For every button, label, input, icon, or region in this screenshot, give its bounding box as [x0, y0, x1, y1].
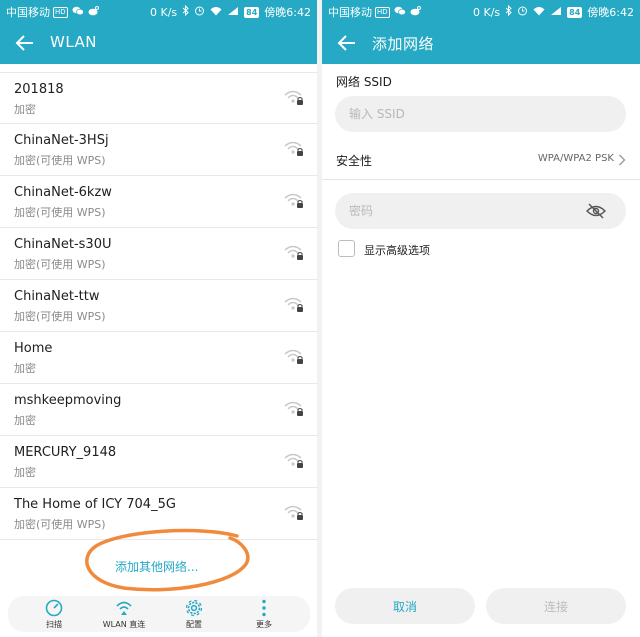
scan-label: 扫描 [46, 620, 62, 629]
page-title: WLAN [50, 33, 98, 51]
hd-badge: HD [375, 6, 390, 18]
checkbox-box[interactable] [338, 240, 355, 257]
ssid-input[interactable] [335, 96, 626, 132]
wifi-ssid: The Home of ICY 704_5G [14, 497, 176, 512]
wifi-ssid: 201818 [14, 82, 64, 97]
wifi-lock-icon [284, 245, 303, 260]
wifi-ssid: ChinaNet-6kzw [14, 185, 112, 200]
scan-icon [45, 599, 63, 617]
more-label: 更多 [256, 620, 272, 629]
wifi-lock-icon [284, 349, 303, 364]
eye-off-icon[interactable] [586, 203, 606, 219]
add-other-network-link[interactable]: 添加其他网络... [115, 558, 198, 575]
wifi-security: 加密 [14, 466, 36, 479]
wifi-lock-icon [284, 401, 303, 416]
wifi-lock-icon [284, 297, 303, 312]
wifi-network-item[interactable]: mshkeepmoving 加密 [0, 384, 317, 436]
carrier-name: 中国移动 [6, 6, 50, 19]
wifi-security: 加密(可使用 WPS) [14, 154, 106, 167]
back-arrow-icon[interactable] [14, 32, 36, 54]
wifi-lock-icon [284, 141, 303, 156]
wifi-network-item[interactable]: ChinaNet-3HSj 加密(可使用 WPS) [0, 124, 317, 176]
cell-signal-icon [550, 6, 562, 19]
wifi-lock-icon [284, 453, 303, 468]
weibo-icon [410, 5, 421, 19]
wifi-ssid: ChinaNet-s30U [14, 237, 112, 252]
password-input[interactable] [335, 193, 626, 229]
wechat-icon [72, 6, 84, 19]
hd-badge: HD [53, 6, 68, 18]
advanced-options-checkbox[interactable]: 显示高级选项 [338, 240, 538, 258]
battery-badge: 84 [567, 6, 583, 18]
wifi-status-icon [533, 6, 545, 19]
config-label: 配置 [186, 620, 202, 629]
wifi-security: 加密(可使用 WPS) [14, 258, 106, 271]
scan-button[interactable]: 扫描 [24, 598, 84, 630]
wifi-network-item[interactable]: The Home of ICY 704_5G 加密(可使用 WPS) [0, 488, 317, 540]
wifi-ssid: MERCURY_9148 [14, 445, 117, 460]
alarm-icon [194, 5, 205, 19]
wifi-network-item[interactable]: ChinaNet-ttw 加密(可使用 WPS) [0, 280, 317, 332]
network-speed: 0 K/s [150, 5, 178, 19]
advanced-options-label: 显示高级选项 [364, 244, 430, 257]
wifi-direct-icon [116, 601, 132, 615]
wifi-ssid: Home [14, 341, 53, 356]
bottom-toolbar: 扫描 WLAN 直连 配置 更多 [8, 596, 310, 632]
wlan-list-screen: 中国移动 HD 0 K/s 84 傍晚6:42 WLAN 201818 加密 C… [0, 0, 317, 637]
wifi-network-item[interactable]: MERCURY_9148 加密 [0, 436, 317, 488]
chevron-right-icon [619, 154, 626, 166]
network-speed: 0 K/s [473, 5, 501, 19]
wifi-lock-icon [284, 193, 303, 208]
bluetooth-icon [505, 4, 512, 19]
security-value: WPA/WPA2 PSK [537, 153, 614, 164]
wifi-network-item[interactable]: ChinaNet-s30U 加密(可使用 WPS) [0, 228, 317, 280]
carrier-name: 中国移动 [328, 6, 372, 19]
wifi-network-item[interactable]: 201818 加密 [0, 72, 317, 124]
wifi-network-item[interactable]: ChinaNet-6kzw 加密(可使用 WPS) [0, 176, 317, 228]
wifi-network-item[interactable]: Home 加密 [0, 332, 317, 384]
wifi-lock-icon [284, 505, 303, 520]
app-bar: WLAN [0, 22, 317, 64]
security-label: 安全性 [336, 154, 373, 168]
alarm-icon [517, 5, 528, 19]
cell-signal-icon [227, 6, 239, 19]
wifi-lock-icon [284, 90, 303, 105]
security-selector[interactable]: 安全性 WPA/WPA2 PSK [322, 140, 640, 180]
wifi-ssid: mshkeepmoving [14, 393, 122, 408]
wifi-security: 加密 [14, 103, 36, 116]
wifi-direct-button[interactable]: WLAN 直连 [94, 598, 154, 630]
ssid-label: 网络 SSID [336, 75, 392, 89]
wifi-security: 加密(可使用 WPS) [14, 206, 106, 219]
status-bar: 中国移动 HD 0 K/s 84 傍晚6:42 [322, 0, 640, 22]
wifi-security: 加密 [14, 414, 36, 427]
wifi-security: 加密(可使用 WPS) [14, 310, 106, 323]
page-title: 添加网络 [372, 35, 435, 53]
clock: 傍晚6:42 [587, 6, 634, 19]
wifi-ssid: ChinaNet-ttw [14, 289, 100, 304]
wifi-status-icon [210, 6, 222, 19]
cancel-button[interactable]: 取消 [335, 588, 475, 624]
connect-button[interactable]: 连接 [486, 588, 626, 624]
back-arrow-icon[interactable] [336, 32, 358, 54]
add-network-screen: 中国移动 HD 0 K/s 84 傍晚6:42 添加网络 网络 SSID 输入 … [322, 0, 640, 637]
status-bar: 中国移动 HD 0 K/s 84 傍晚6:42 [0, 0, 317, 22]
wifi-network-list: 201818 加密 ChinaNet-3HSj 加密(可使用 WPS) Chin… [0, 72, 317, 540]
gear-icon [185, 599, 203, 617]
wifi-ssid: ChinaNet-3HSj [14, 133, 109, 148]
bluetooth-icon [182, 4, 189, 19]
battery-badge: 84 [244, 6, 260, 18]
wifi-security: 加密(可使用 WPS) [14, 518, 106, 531]
wechat-icon [394, 6, 406, 19]
app-bar: 添加网络 [322, 22, 640, 64]
clock: 傍晚6:42 [264, 6, 311, 19]
wifi-direct-label: WLAN 直连 [102, 620, 146, 629]
wifi-security: 加密 [14, 362, 36, 375]
more-icon [262, 599, 266, 617]
weibo-icon [88, 5, 99, 19]
more-button[interactable]: 更多 [234, 598, 294, 630]
config-button[interactable]: 配置 [164, 598, 224, 630]
